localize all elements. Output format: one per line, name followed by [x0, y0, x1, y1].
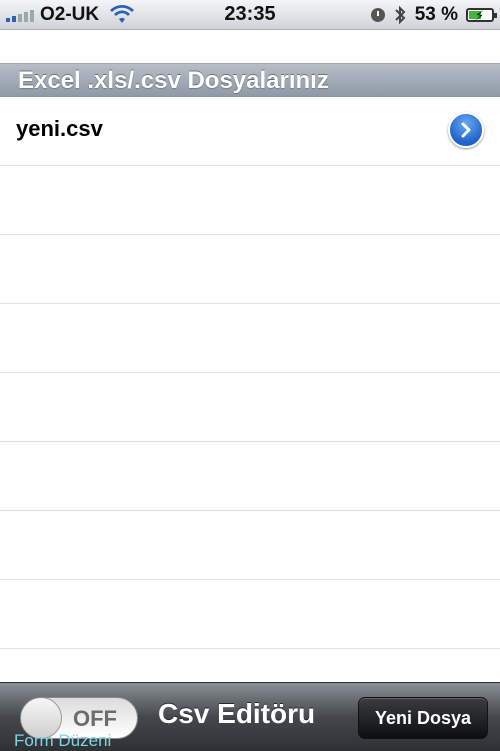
list-item-empty — [0, 373, 500, 442]
list-item-empty — [0, 235, 500, 304]
toggle-state: OFF — [73, 706, 117, 731]
file-row[interactable]: yeni.csv — [0, 97, 500, 166]
alarm-icon — [370, 8, 385, 22]
list-item-empty — [0, 442, 500, 511]
battery-icon: ⚡ — [466, 8, 497, 23]
file-name: yeni.csv — [16, 116, 103, 141]
list-item-empty — [0, 304, 500, 373]
charging-bolt-icon: ⚡ — [475, 8, 485, 23]
status-bar: O2-UK 23:35 53 % ⚡ — [0, 0, 500, 30]
bluetooth-icon — [394, 5, 406, 25]
app-title: Csv Editöru — [158, 698, 316, 729]
wifi-icon — [110, 4, 135, 23]
signal-icon — [6, 8, 34, 22]
list-item-empty — [0, 511, 500, 580]
chevron-right-icon — [461, 122, 471, 138]
top-spacer — [0, 30, 500, 63]
list-item-empty — [0, 166, 500, 235]
section-title: Excel .xls/.csv Dosyalarınız — [18, 67, 329, 94]
bottom-toolbar: OFF Form Düzeni Csv Editöru Yeni Dosya — [0, 682, 500, 751]
new-file-button[interactable]: Yeni Dosya — [358, 697, 488, 739]
battery-percent: 53 % — [414, 4, 458, 25]
carrier-name: O2-UK — [40, 3, 100, 25]
section-header: Excel .xls/.csv Dosyalarınız — [0, 63, 500, 97]
detail-disclosure-button[interactable] — [448, 112, 484, 148]
file-list: yeni.csv — [0, 97, 500, 649]
list-item-empty — [0, 580, 500, 649]
toggle-caption: Form Düzeni — [14, 731, 112, 750]
